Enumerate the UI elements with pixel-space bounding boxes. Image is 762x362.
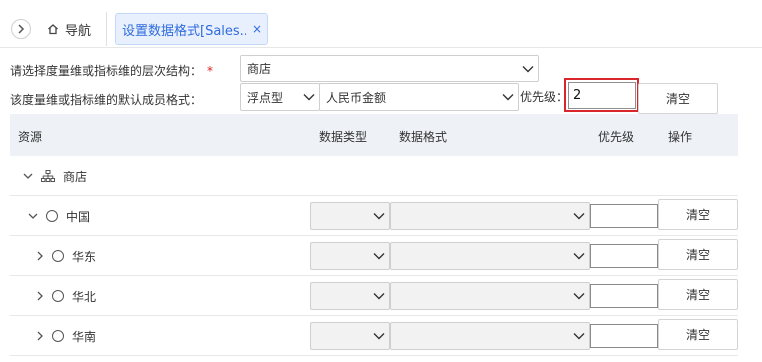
table-header: 资源 数据类型 数据格式 优先级 操作 <box>10 114 738 156</box>
default-data-format-select[interactable]: 人民币金额 <box>319 83 519 111</box>
chevron-right-icon[interactable] <box>36 291 44 301</box>
row-data-format-select[interactable] <box>390 282 590 310</box>
table-row-root: 商店 <box>10 156 738 196</box>
hierarchy-icon <box>41 170 55 182</box>
row-data-type-select[interactable] <box>310 322 390 350</box>
row-priority-input[interactable] <box>590 324 658 348</box>
radio-button[interactable] <box>46 210 58 222</box>
chevron-down-icon <box>373 292 385 300</box>
chevron-right-icon[interactable] <box>36 331 44 341</box>
chevron-down-icon <box>373 252 385 260</box>
required-mark: * <box>207 64 214 78</box>
chevron-down-icon <box>502 93 514 101</box>
tree-node-label: 华北 <box>72 289 97 304</box>
header-action: 操作 <box>668 130 693 144</box>
priority-label: 优先级： <box>520 90 569 104</box>
row-data-format-select[interactable] <box>390 322 590 350</box>
radio-button[interactable] <box>52 290 64 302</box>
chevron-down-icon <box>573 212 585 220</box>
chevron-down-icon <box>573 252 585 260</box>
tab-set-data-format[interactable]: 设置数据格式[Sales... × <box>115 13 268 45</box>
default-format-label: 该度量维或指标维的默认成员格式： <box>10 93 203 107</box>
tab-navigation[interactable]: 导航 <box>47 14 91 44</box>
row-data-format-select[interactable] <box>390 242 590 270</box>
chevron-down-icon <box>373 212 385 220</box>
row-priority-input[interactable] <box>590 204 658 228</box>
radio-button[interactable] <box>52 250 64 262</box>
close-icon[interactable]: × <box>252 22 262 36</box>
chevron-down-icon <box>522 65 534 73</box>
header-data-type: 数据类型 <box>319 130 368 144</box>
default-data-type-value: 浮点型 <box>247 90 284 105</box>
hierarchy-select-value: 商店 <box>247 62 272 76</box>
tree-node-label: 中国 <box>66 209 91 224</box>
chevron-down-icon <box>373 332 385 340</box>
row-data-type-select[interactable] <box>310 282 390 310</box>
row-clear-button[interactable]: 清空 <box>658 239 738 270</box>
chevron-down-icon <box>573 292 585 300</box>
table-row: 华南 清空 <box>10 316 738 356</box>
table-row: 中国 清空 <box>10 196 738 236</box>
tree-node-label: 华南 <box>72 329 97 344</box>
hierarchy-select[interactable]: 商店 <box>240 55 539 82</box>
chevron-right-icon <box>18 24 25 34</box>
chevron-down-icon[interactable] <box>23 172 33 180</box>
chevron-down-icon <box>573 332 585 340</box>
tab-navigation-label: 导航 <box>65 23 92 39</box>
expand-sidebar-button[interactable] <box>11 19 31 39</box>
chevron-down-icon[interactable] <box>28 212 38 220</box>
row-clear-button[interactable]: 清空 <box>658 279 738 310</box>
row-data-type-select[interactable] <box>310 242 390 270</box>
highlight-frame <box>564 78 639 112</box>
header-priority: 优先级 <box>598 130 635 144</box>
tab-bar: 导航 设置数据格式[Sales... × <box>0 0 762 48</box>
row-data-type-select[interactable] <box>310 202 390 230</box>
chevron-down-icon <box>303 93 315 101</box>
tree-node-label: 商店 <box>63 169 88 184</box>
tab-set-data-format-label: 设置数据格式[Sales... <box>122 23 246 39</box>
table-row: 华北 清空 <box>10 276 738 316</box>
default-data-type-select[interactable]: 浮点型 <box>240 83 320 111</box>
radio-button[interactable] <box>52 330 64 342</box>
hierarchy-label: 请选择度量维或指标维的层次结构： * <box>10 64 214 78</box>
home-icon <box>48 24 58 35</box>
clear-default-button[interactable]: 清空 <box>638 83 718 114</box>
tree-node-label: 华东 <box>72 249 97 264</box>
row-priority-input[interactable] <box>590 284 658 308</box>
chevron-right-icon[interactable] <box>36 251 44 261</box>
default-data-format-value: 人民币金额 <box>326 90 387 105</box>
row-priority-input[interactable] <box>590 244 658 268</box>
row-clear-button[interactable]: 清空 <box>658 199 738 230</box>
header-resource: 资源 <box>18 130 43 144</box>
table-row: 华东 清空 <box>10 236 738 276</box>
header-data-format: 数据格式 <box>399 130 448 144</box>
row-clear-button[interactable]: 清空 <box>658 319 738 350</box>
row-data-format-select[interactable] <box>390 202 590 230</box>
tab-divider <box>106 12 107 46</box>
